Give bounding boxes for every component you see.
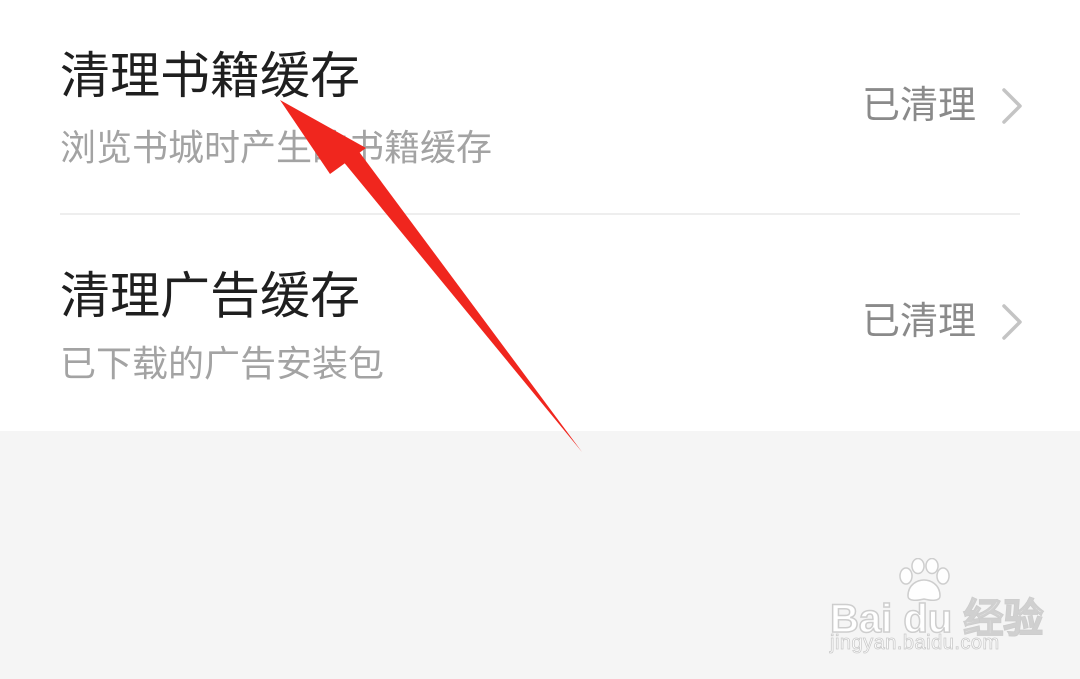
- item-status: 已清理: [861, 83, 976, 127]
- item-title: 清理广告缓存: [60, 267, 360, 325]
- row-divider: [60, 213, 1020, 215]
- item-title: 清理书籍缓存: [60, 47, 360, 105]
- chevron-right-icon: [1002, 304, 1022, 340]
- item-subtitle: 已下载的广告安装包: [60, 344, 385, 385]
- clear-ad-cache-item[interactable]: 清理广告缓存 已下载的广告安装包 已清理: [0, 216, 1080, 431]
- item-subtitle: 浏览书城时产生的书籍缓存: [60, 128, 493, 169]
- watermark-url: jingyan.baidu.com: [830, 632, 1000, 655]
- clear-book-cache-item[interactable]: 清理书籍缓存 浏览书城时产生的书籍缓存 已清理: [0, 0, 1080, 214]
- item-status: 已清理: [861, 299, 976, 343]
- chevron-right-icon: [1002, 88, 1022, 124]
- baidu-jingyan-watermark: Bai du 经验 jingyan.baidu.com: [826, 558, 1044, 658]
- settings-list: 清理书籍缓存 浏览书城时产生的书籍缓存 已清理 清理广告缓存 已下载的广告安装包…: [0, 0, 1080, 431]
